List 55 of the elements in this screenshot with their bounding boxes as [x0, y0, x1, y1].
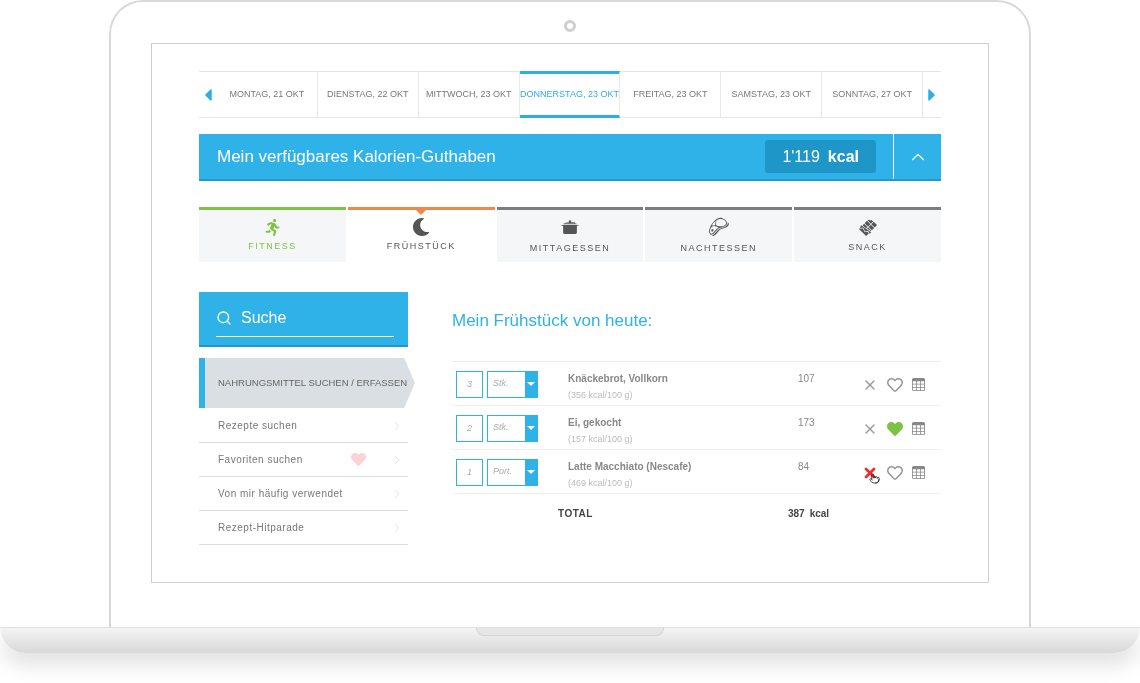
search-box[interactable]: Suche	[199, 292, 408, 347]
menu-item[interactable]: Von mir häufig verwendet	[199, 477, 408, 511]
day-tab[interactable]: FREITAG, 23 OKT	[620, 71, 722, 118]
day-tab[interactable]: SONNTAG, 27 OKT	[822, 71, 923, 118]
food-kcal: 84	[798, 459, 811, 474]
details-button[interactable]	[912, 422, 925, 435]
caret-icon	[527, 426, 535, 430]
meal-tab[interactable]: NACHTESSEN	[645, 207, 793, 262]
food-name: Knäckebrot, Vollkorn	[568, 371, 669, 386]
food-info: (469 kcal/100 g)	[568, 476, 634, 490]
food-name: Latte Macchiato (Nescafe)	[568, 459, 693, 474]
meal-heading: Mein Frühstück von heute:	[452, 310, 654, 332]
balance-unit: kcal	[827, 146, 859, 167]
meal-tab[interactable]: SNACK	[794, 207, 941, 262]
details-button[interactable]	[912, 378, 925, 391]
search-field[interactable]: Suche	[241, 306, 381, 330]
day-tab[interactable]: SAMSTAG, 23 OKT	[721, 71, 823, 118]
caret-icon	[527, 382, 535, 386]
food-kcal: 107	[798, 371, 816, 386]
unit-dropdown[interactable]: Stk.	[487, 414, 538, 442]
day-tab[interactable]: MITTWOCH, 23 OKT	[418, 71, 520, 118]
favorite-button[interactable]	[887, 464, 903, 481]
runner-icon	[263, 218, 281, 236]
food-name: Ei, gekocht	[568, 415, 623, 430]
food-kcal: 173	[798, 415, 816, 430]
details-button[interactable]	[912, 466, 925, 479]
camera-icon	[564, 20, 576, 32]
caret-icon	[527, 470, 535, 474]
favorite-button[interactable]	[887, 376, 903, 393]
total-value: 387	[788, 507, 805, 521]
food-info: (157 kcal/100 g)	[568, 432, 634, 446]
total-unit: kcal	[809, 507, 830, 521]
search-icon	[216, 310, 232, 326]
day-tab[interactable]: DIENSTAG, 22 OKT	[317, 71, 419, 118]
balance-value: 1'119	[782, 146, 820, 167]
menu-item[interactable]: Favoriten suchen	[199, 443, 408, 477]
chocolate-bar-icon	[857, 217, 878, 238]
unit-dropdown[interactable]: Port.	[487, 458, 538, 486]
food-info: (356 kcal/100 g)	[568, 388, 634, 402]
quantity-field[interactable]: 2	[456, 414, 483, 442]
menu-item[interactable]: NAHRUNGSMITTEL SUCHEN / ERFASSEN	[199, 358, 415, 408]
menu-item[interactable]: Rezepte suchen	[199, 409, 408, 443]
crescent-icon	[412, 218, 431, 237]
quantity-field[interactable]: 3	[456, 370, 483, 398]
day-tab[interactable]: MONTAG, 21 OKT	[217, 71, 318, 118]
quantity-field[interactable]: 1	[456, 458, 483, 486]
total-label: TOTAL	[558, 507, 594, 521]
balance-title: Mein verfügbares Kalorien-Guthaben	[216, 145, 497, 168]
hand-cursor-icon	[869, 472, 880, 484]
favorite-button[interactable]	[887, 420, 903, 437]
menu-item[interactable]: Rezept-Hitparade	[199, 511, 408, 545]
unit-dropdown[interactable]: Stk.	[487, 370, 538, 398]
meal-tab[interactable]: MITTAGESSEN	[496, 207, 644, 262]
day-tab[interactable]: DONNERSTAG, 23 OKT	[519, 71, 621, 118]
steak-icon	[707, 216, 730, 239]
